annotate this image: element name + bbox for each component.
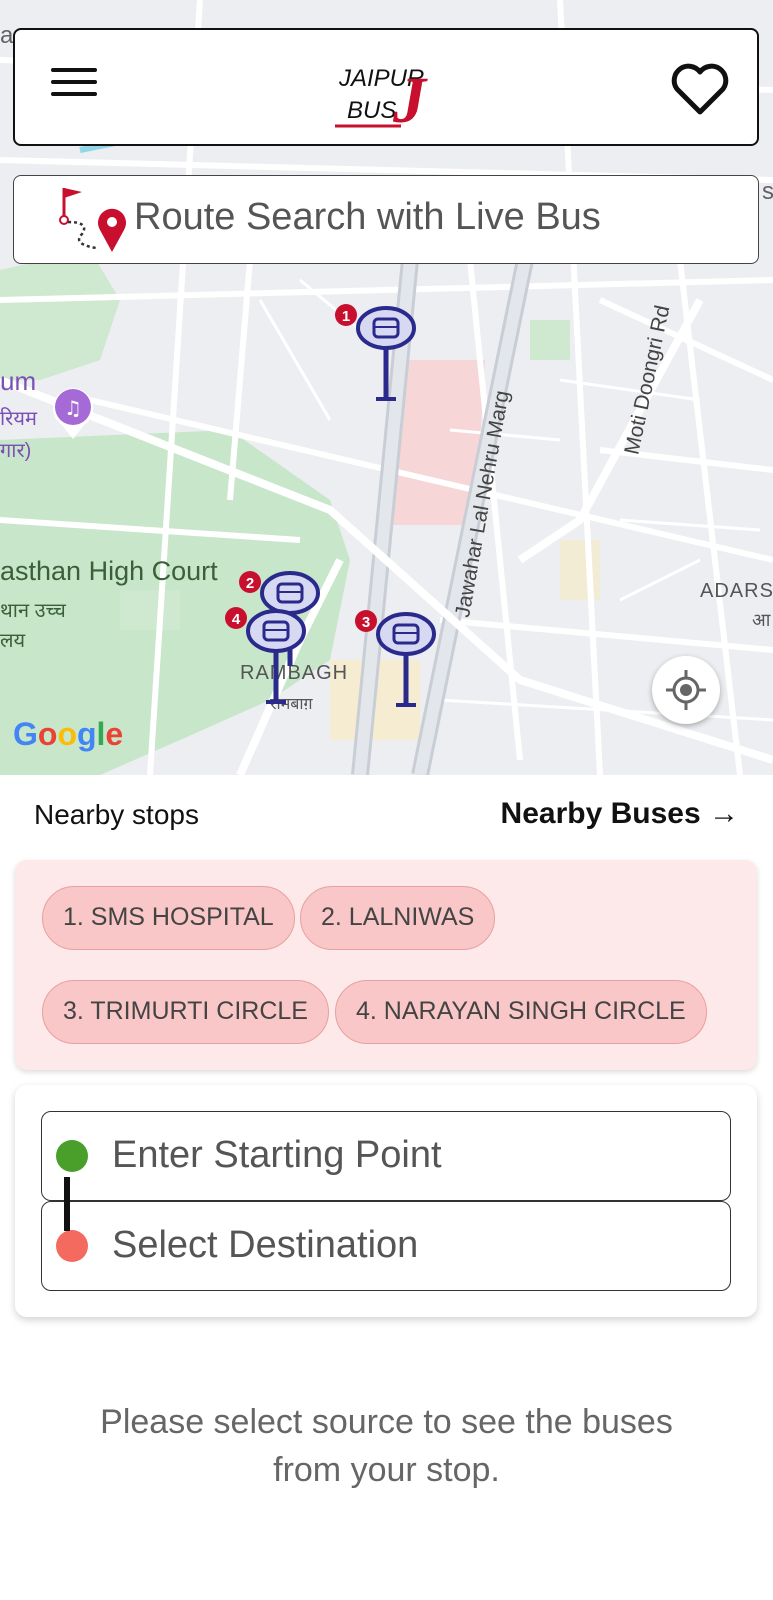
nearby-buses-link[interactable]: Nearby Buses → bbox=[501, 797, 739, 831]
route-connector-line bbox=[64, 1177, 70, 1231]
bus-stop-marker-4[interactable]: 4 bbox=[224, 606, 310, 706]
favorites-heart-icon[interactable] bbox=[669, 60, 731, 118]
nearby-buses-label: Nearby Buses bbox=[500, 797, 701, 830]
map-label-museum: um bbox=[0, 366, 37, 396]
svg-text:J: J bbox=[392, 64, 428, 132]
marker-number-3: 3 bbox=[362, 614, 370, 631]
bus-stop-marker-1[interactable]: 1 bbox=[334, 303, 420, 403]
google-attribution-logo: Google bbox=[13, 716, 124, 752]
bus-stop-marker-3[interactable]: 3 bbox=[354, 609, 440, 709]
hamburger-menu-icon[interactable] bbox=[51, 68, 97, 104]
app-header: JAIPUR BUS J bbox=[13, 28, 759, 146]
start-dot-icon bbox=[56, 1140, 88, 1172]
svg-text:BUS: BUS bbox=[347, 97, 396, 124]
marker-number-2: 2 bbox=[246, 575, 254, 592]
starting-point-placeholder: Enter Starting Point bbox=[112, 1134, 442, 1176]
map-label-museum-hindi-2: गार) bbox=[0, 440, 32, 462]
stop-chip-trimurti-circle[interactable]: 3. TRIMURTI CIRCLE bbox=[42, 980, 329, 1044]
route-input-card: Enter Starting Point Select Destination bbox=[15, 1085, 757, 1317]
marker-number-4: 4 bbox=[232, 611, 241, 628]
map-label-edge-top: a bbox=[0, 22, 14, 49]
my-location-button[interactable] bbox=[652, 656, 720, 724]
destination-field[interactable]: Select Destination bbox=[41, 1201, 731, 1291]
map-label-museum-hindi-1: रियम bbox=[0, 408, 37, 430]
map-label-adarsh: ADARS bbox=[700, 580, 773, 602]
nearby-stops-card: 1. SMS HOSPITAL 2. LALNIWAS 3. TRIMURTI … bbox=[15, 860, 757, 1070]
nearby-stops-label: Nearby stops bbox=[34, 799, 199, 830]
map-label-court-hindi-2: लय bbox=[0, 630, 26, 652]
map-label-court: asthan High Court bbox=[0, 556, 218, 586]
stop-chip-lalniwas[interactable]: 2. LALNIWAS bbox=[300, 886, 496, 950]
select-source-message: Please select source to see the buses fr… bbox=[0, 1398, 773, 1494]
museum-music-pin-icon[interactable]: ♫ bbox=[50, 383, 96, 441]
nearby-row: Nearby stops Nearby Buses → bbox=[0, 775, 773, 855]
starting-point-field[interactable]: Enter Starting Point bbox=[41, 1111, 731, 1201]
map-label-edge-right: s bbox=[762, 178, 773, 205]
map-label-court-hindi-1: थान उच्च bbox=[0, 600, 66, 622]
svg-text:♫: ♫ bbox=[64, 396, 82, 420]
marker-number-1: 1 bbox=[342, 308, 350, 325]
message-line-2: from your stop. bbox=[273, 1451, 500, 1489]
message-line-1: Please select source to see the buses bbox=[100, 1403, 673, 1441]
my-location-icon bbox=[666, 670, 706, 710]
route-search-label: Route Search with Live Bus bbox=[134, 196, 601, 238]
route-pin-icon bbox=[59, 188, 126, 252]
map-label-adarsh-hindi: आ bbox=[752, 610, 771, 630]
route-search-live-bus-button[interactable]: Route Search with Live Bus bbox=[13, 175, 759, 264]
arrow-right-icon: → bbox=[709, 797, 739, 830]
stop-chip-sms-hospital[interactable]: 1. SMS HOSPITAL bbox=[42, 886, 295, 950]
jaipur-bus-logo: JAIPUR BUS J bbox=[335, 64, 428, 132]
destination-placeholder: Select Destination bbox=[112, 1224, 419, 1266]
destination-dot-icon bbox=[56, 1230, 88, 1262]
stop-chip-narayan-singh-circle[interactable]: 4. NARAYAN SINGH CIRCLE bbox=[335, 980, 707, 1044]
